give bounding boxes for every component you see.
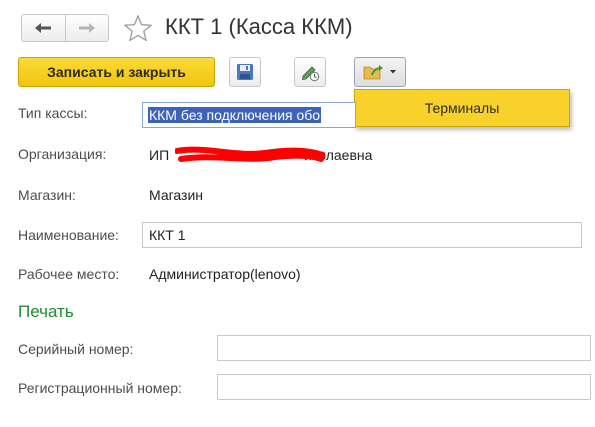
name-value: ККТ 1: [149, 227, 186, 243]
store-field[interactable]: Магазин: [142, 182, 582, 208]
redaction-scribble: [175, 146, 325, 162]
arrow-right-icon: [78, 23, 95, 33]
workplace-value: Администратор(lenovo): [149, 266, 301, 282]
organization-value-prefix: ИП: [149, 147, 170, 163]
cash-type-label: Тип кассы:: [18, 105, 88, 121]
store-value: Магазин: [149, 187, 204, 203]
window-title: ККТ 1 (Касса ККМ): [165, 14, 353, 39]
favorite-star-icon[interactable]: [123, 14, 153, 46]
name-input[interactable]: ККТ 1: [142, 222, 582, 248]
serial-number-input[interactable]: [217, 335, 591, 361]
registration-number-input[interactable]: [217, 374, 591, 400]
save-and-close-button[interactable]: Записать и закрыть: [18, 57, 215, 87]
edit-history-button[interactable]: [294, 57, 326, 87]
save-button[interactable]: [229, 57, 261, 87]
menu-item-terminals[interactable]: Терминалы: [354, 89, 570, 127]
organization-label: Организация:: [18, 146, 107, 162]
forward-button[interactable]: [64, 15, 109, 41]
edit-pencil-clock-icon: [302, 66, 320, 82]
serial-number-label: Серийный номер:: [18, 341, 134, 357]
folder-arrow-icon: [363, 65, 383, 80]
store-label: Магазин:: [18, 187, 76, 203]
navigation-buttons: [21, 14, 109, 42]
cash-type-value: ККМ без подключения обо: [148, 107, 322, 123]
workplace-field[interactable]: Администратор(lenovo): [142, 261, 582, 287]
back-button[interactable]: [22, 15, 65, 41]
arrow-left-icon: [35, 23, 52, 33]
cash-type-field[interactable]: ККМ без подключения обо: [142, 102, 356, 128]
chevron-down-icon: [390, 70, 396, 74]
print-section-title: Печать: [18, 302, 74, 321]
more-actions-dropdown-button[interactable]: [354, 57, 406, 87]
workplace-label: Рабочее место:: [18, 266, 120, 282]
floppy-disk-icon: [237, 64, 253, 80]
name-label: Наименование:: [18, 227, 119, 243]
registration-number-label: Регистрационный номер:: [18, 380, 182, 396]
